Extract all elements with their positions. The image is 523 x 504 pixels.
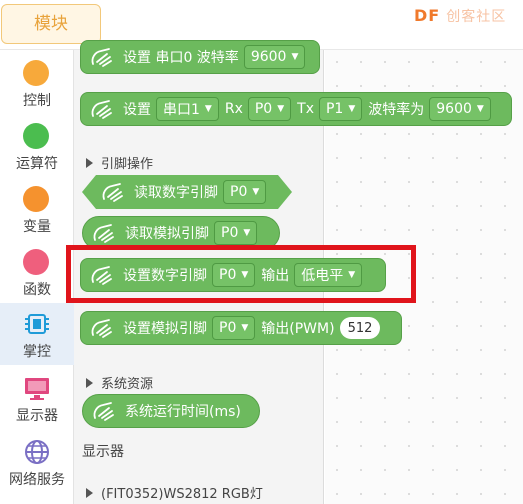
category-variables[interactable]: 变量	[0, 178, 74, 240]
control-dot-icon	[23, 60, 49, 86]
variables-dot-icon	[23, 186, 49, 212]
monitor-icon	[25, 378, 49, 400]
chevron-down-icon: ▼	[277, 104, 285, 114]
pin-hand-icon	[93, 402, 114, 421]
block-read-digital-pin[interactable]: 读取数字引脚 P0 ▼	[82, 175, 292, 209]
logo-sub: 创客社区	[446, 9, 507, 25]
caret-right-icon	[86, 377, 93, 388]
section-title: 引脚操作	[101, 157, 154, 172]
chevron-down-icon: ▼	[204, 104, 212, 114]
chevron-down-icon: ▼	[291, 52, 299, 62]
block-text: 设置模拟引脚	[123, 321, 207, 337]
category-control[interactable]: 控制	[0, 52, 74, 114]
section-title: (FIT0352)WS2812 RGB灯	[101, 487, 263, 502]
category-label: 运算符	[16, 156, 58, 172]
pin-hand-icon	[91, 319, 112, 338]
category-mpython[interactable]: 掌控	[0, 303, 74, 365]
block-read-analog-pin[interactable]: 读取模拟引脚 P0 ▼	[82, 216, 280, 250]
category-label: 控制	[23, 93, 51, 109]
display-title: 显示器	[82, 444, 124, 460]
pin-hand-icon	[93, 224, 114, 243]
pin-hand-icon	[91, 266, 112, 285]
baud-dropdown[interactable]: 9600 ▼	[429, 97, 491, 121]
category-label: 网络服务	[9, 472, 65, 488]
category-label: 变量	[23, 219, 51, 235]
block-text: 输出(PWM)	[261, 321, 335, 337]
chevron-down-icon: ▼	[476, 104, 484, 114]
block-text: 设置 串口0 波特率	[123, 50, 239, 66]
baud-dropdown[interactable]: 9600 ▼	[243, 45, 306, 69]
chevron-down-icon: ▼	[348, 270, 356, 280]
operators-dot-icon	[23, 123, 49, 149]
chevron-down-icon: ▼	[241, 323, 249, 333]
block-text: Tx	[297, 101, 314, 117]
pin-hand-icon	[100, 181, 126, 203]
rx-dropdown[interactable]: P0 ▼	[247, 97, 292, 121]
pin-dropdown[interactable]: P0 ▼	[212, 316, 256, 340]
category-network[interactable]: 网络服务	[0, 431, 74, 493]
category-rail: 控制 运算符 变量 函数 掌控 显示器 网络服务	[0, 50, 74, 504]
pwm-value-input[interactable]: 512	[339, 317, 381, 339]
globe-icon	[25, 440, 49, 464]
block-text: 系统运行时间(ms)	[125, 404, 241, 420]
module-tab[interactable]: 模块	[1, 4, 101, 44]
block-system-uptime[interactable]: 系统运行时间(ms)	[82, 394, 260, 428]
block-text: 读取模拟引脚	[125, 226, 209, 242]
category-functions[interactable]: 函数	[0, 241, 74, 303]
logo: DF 创客社区	[414, 6, 506, 32]
block-set-analog-pin[interactable]: 设置模拟引脚 P0 ▼ 输出(PWM) 512	[80, 311, 402, 345]
pin-dropdown[interactable]: P0 ▼	[214, 221, 258, 245]
block-text: 输出	[261, 268, 290, 284]
chevron-down-icon: ▼	[252, 187, 260, 197]
pin-hand-icon	[91, 100, 112, 119]
block-text: 波特率为	[368, 102, 425, 118]
block-text: Rx	[224, 101, 243, 117]
category-operators[interactable]: 运算符	[0, 115, 74, 177]
category-label: 显示器	[16, 408, 58, 424]
caret-right-icon	[86, 157, 93, 168]
section-pin-operations[interactable]: 引脚操作	[86, 153, 153, 172]
chevron-down-icon: ▼	[243, 228, 251, 238]
uart-dropdown[interactable]: 串口1 ▼	[156, 97, 219, 121]
chevron-down-icon: ▼	[241, 270, 249, 280]
block-text: 设置	[123, 102, 151, 118]
block-text: 读取数字引脚	[134, 185, 218, 201]
category-label: 掌控	[23, 344, 51, 360]
block-set-uart0-baud[interactable]: 设置 串口0 波特率 9600 ▼	[80, 40, 320, 74]
chevron-down-icon: ▼	[348, 104, 356, 114]
tx-dropdown[interactable]: P1 ▼	[318, 97, 363, 121]
block-text: 设置数字引脚	[123, 268, 207, 284]
section-rgb-led[interactable]: (FIT0352)WS2812 RGB灯	[86, 483, 263, 502]
level-dropdown[interactable]: 低电平 ▼	[294, 263, 363, 287]
chip-icon	[25, 314, 49, 334]
block-set-uart1[interactable]: 设置 串口1 ▼ Rx P0 ▼ Tx P1 ▼ 波特率为 9600 ▼	[80, 92, 512, 126]
pin-hand-icon	[91, 48, 112, 67]
block-set-digital-pin[interactable]: 设置数字引脚 P0 ▼ 输出 低电平 ▼	[80, 258, 386, 292]
category-display[interactable]: 显示器	[0, 367, 74, 429]
section-title: 系统资源	[101, 377, 154, 392]
section-system-resources[interactable]: 系统资源	[86, 373, 153, 392]
pin-dropdown[interactable]: P0 ▼	[223, 180, 266, 204]
functions-dot-icon	[23, 249, 49, 275]
logo-text: DF	[414, 6, 441, 25]
category-label: 函数	[23, 282, 51, 298]
pin-dropdown[interactable]: P0 ▼	[212, 263, 256, 287]
caret-right-icon	[86, 487, 93, 498]
